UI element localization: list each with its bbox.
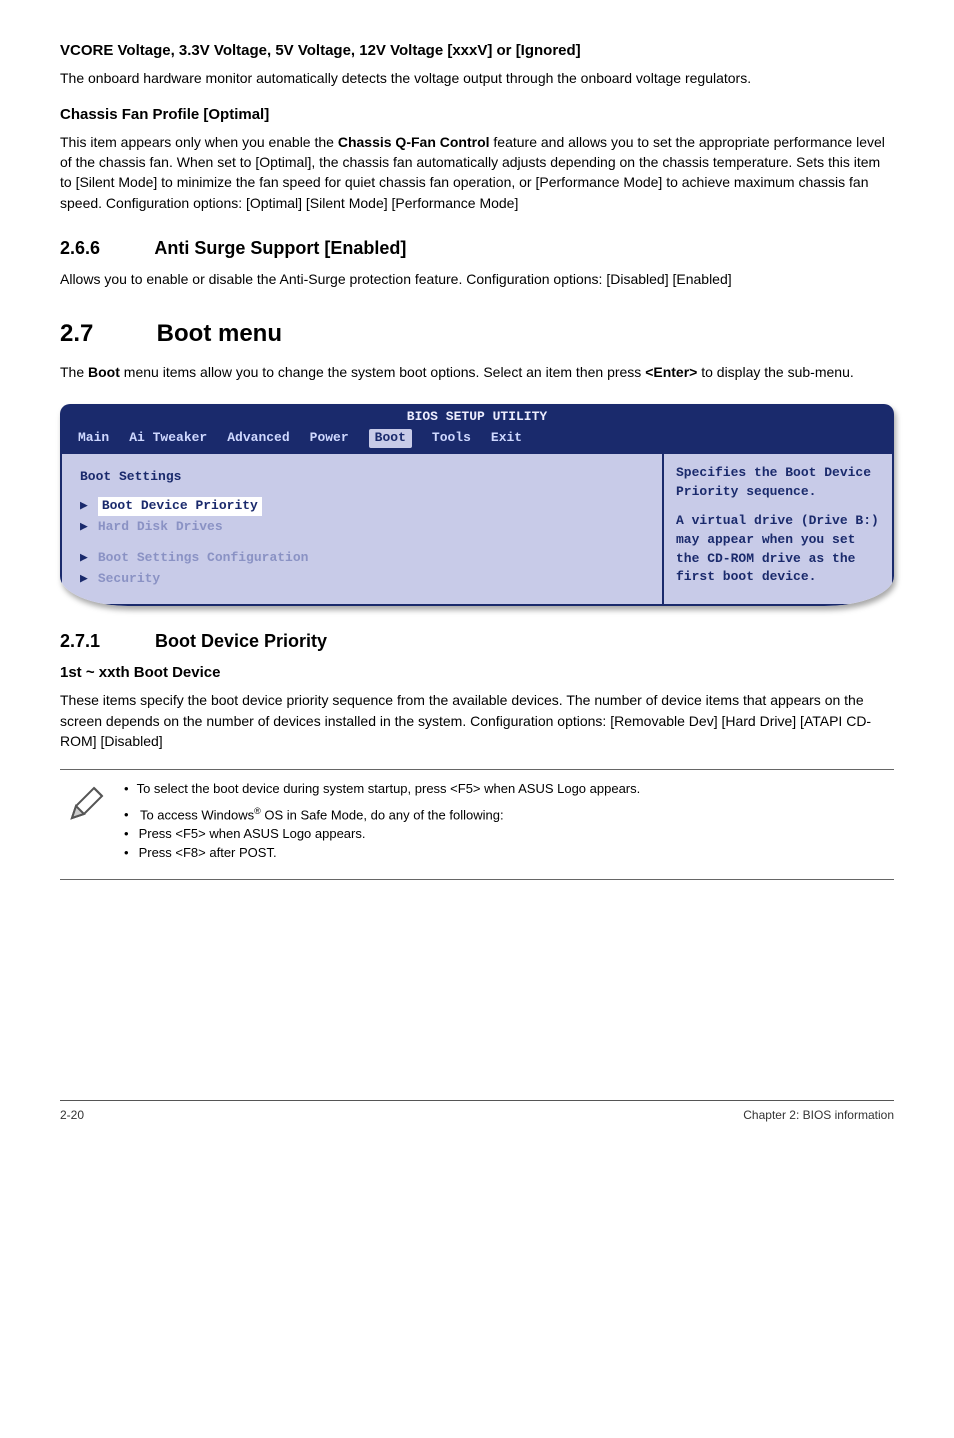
bios-screenshot: BIOS SETUP UTILITY Main Ai Tweaker Advan… [60,404,894,606]
bios-tab-boot: Boot [369,429,412,448]
footer-chapter: Chapter 2: BIOS information [743,1107,894,1124]
section-266-body: Allows you to enable or disable the Anti… [60,269,894,289]
bios-tab-advanced: Advanced [227,429,289,448]
bios-item-label: Boot Settings Configuration [98,549,309,568]
bios-item-label: Hard Disk Drives [98,518,223,537]
bios-help-panel: Specifies the Boot Device Priority seque… [662,454,892,604]
bios-tab-main: Main [78,429,109,448]
note-sub-2: Press <F8> after POST. [124,844,888,863]
vcore-body: The onboard hardware monitor automatical… [60,68,894,88]
boot-device-body: These items specify the boot device prio… [60,690,894,751]
section-271-num: 2.7.1 [60,628,150,654]
triangle-right-icon: ▶ [80,518,88,537]
bios-left-panel: Boot Settings ▶ Boot Device Priority ▶ H… [62,454,662,604]
bios-item-boot-settings-config: ▶ Boot Settings Configuration [80,549,644,568]
bios-tab-exit: Exit [491,429,522,448]
bios-tab-ai-tweaker: Ai Tweaker [129,429,207,448]
bios-body: Boot Settings ▶ Boot Device Priority ▶ H… [60,454,894,606]
section-27-heading: 2.7 Boot menu [60,317,894,352]
bios-spacer [80,539,644,549]
bios-item-boot-device-priority: ▶ Boot Device Priority [80,497,644,516]
bios-item-label: Security [98,570,160,589]
bios-help-text-2: A virtual drive (Drive B:) may appear wh… [676,512,880,587]
triangle-right-icon: ▶ [80,497,88,516]
note-sub-1: Press <F5> when ASUS Logo appears. [124,825,888,844]
note-bullet-1: To select the boot device during system … [124,780,888,799]
section-27-num: 2.7 [60,317,150,352]
bios-item-security: ▶ Security [80,570,644,589]
chassis-fan-body: This item appears only when you enable t… [60,132,894,213]
page-footer: 2-20 Chapter 2: BIOS information [60,1100,894,1124]
pencil-icon [66,780,106,829]
triangle-right-icon: ▶ [80,549,88,568]
boot-device-heading: 1st ~ xxth Boot Device [60,662,894,684]
triangle-right-icon: ▶ [80,570,88,589]
section-271-title: Boot Device Priority [155,631,327,651]
bios-tabs: Main Ai Tweaker Advanced Power Boot Tool… [70,429,884,448]
registered-icon: ® [254,806,261,816]
bios-header: BIOS SETUP UTILITY Main Ai Tweaker Advan… [60,404,894,454]
vcore-heading: VCORE Voltage, 3.3V Voltage, 5V Voltage,… [60,40,894,62]
section-27-title: Boot menu [157,320,282,347]
note-box: To select the boot device during system … [60,769,894,880]
bios-item-label: Boot Device Priority [98,497,262,516]
section-27-body: The Boot menu items allow you to change … [60,362,894,382]
bios-item-hard-disk-drives: ▶ Hard Disk Drives [80,518,644,537]
footer-page-number: 2-20 [60,1107,84,1124]
section-266-title: Anti Surge Support [Enabled] [154,238,406,258]
section-266-heading: 2.6.6 Anti Surge Support [Enabled] [60,235,894,261]
bios-title: BIOS SETUP UTILITY [70,408,884,427]
bios-help-text-1: Specifies the Boot Device Priority seque… [676,464,880,502]
section-271-heading: 2.7.1 Boot Device Priority [60,628,894,654]
section-266-num: 2.6.6 [60,235,150,261]
bios-tab-power: Power [310,429,349,448]
note-body: To select the boot device during system … [124,780,888,869]
chassis-fan-heading: Chassis Fan Profile [Optimal] [60,104,894,126]
bios-tab-tools: Tools [432,429,471,448]
bios-group-title: Boot Settings [80,468,644,487]
note-bullet-2: To access Windows® OS in Safe Mode, do a… [124,805,888,863]
